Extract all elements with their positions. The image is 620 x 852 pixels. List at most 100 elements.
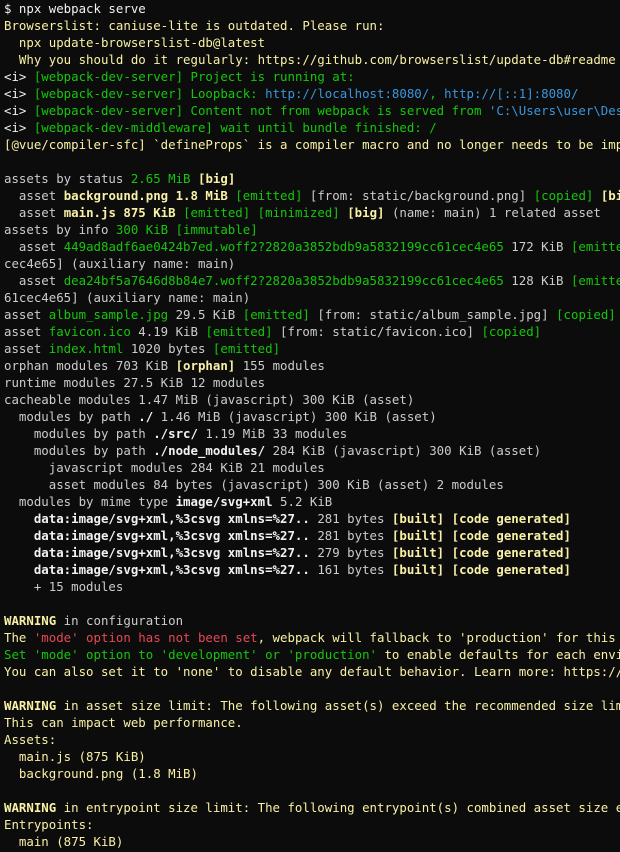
terminal-text: image/svg+xml bbox=[175, 494, 273, 509]
terminal-text: [from: static/album_sample.jpg] bbox=[309, 307, 557, 322]
terminal-line: modules by path ./src/ 1.19 MiB 33 modul… bbox=[4, 425, 620, 442]
terminal-text: [built] bbox=[391, 511, 445, 526]
terminal-text: index.html bbox=[48, 341, 124, 356]
terminal-text: assets by info bbox=[4, 222, 116, 237]
terminal-text: WARNING bbox=[4, 613, 57, 628]
terminal-text: , webpack will fallback to 'production' … bbox=[257, 630, 616, 645]
terminal-text: Why you should do it regularly: https://… bbox=[4, 52, 616, 67]
terminal-text: [@vue/compiler-sfc] `defineProps` is a c… bbox=[4, 137, 620, 152]
terminal-text: assets by status bbox=[4, 171, 131, 186]
terminal-line: $ npx webpack serve bbox=[4, 0, 620, 17]
terminal-text: [big] bbox=[600, 188, 620, 203]
terminal-text: , bbox=[429, 86, 445, 101]
terminal-text: [big] bbox=[197, 171, 236, 186]
terminal-output[interactable]: $ npx webpack serve Browserslist: caniuse… bbox=[0, 0, 620, 850]
terminal-text: dea24bf5a7646d8b84e7.woff2?2820a3852bdb9… bbox=[63, 273, 504, 288]
terminal-line: + 15 modules bbox=[4, 578, 620, 595]
terminal-line: background.png (1.8 MiB) bbox=[4, 765, 620, 782]
terminal-text: $ npx webpack serve bbox=[4, 1, 146, 16]
terminal-line: assets by status 2.65 MiB [big] bbox=[4, 170, 620, 187]
terminal-text: 281 bytes bbox=[309, 528, 392, 543]
terminal-text: background.png bbox=[63, 188, 169, 203]
terminal-text: 172 KiB bbox=[503, 239, 571, 254]
terminal-text: 1.19 MiB 33 modules bbox=[197, 426, 348, 441]
terminal-text: Content not from webpack is served from bbox=[183, 103, 489, 118]
terminal-text: in asset size limit: The following asset… bbox=[56, 698, 620, 713]
terminal-text: 128 KiB bbox=[503, 273, 571, 288]
terminal-line: javascript modules 284 KiB 21 modules bbox=[4, 459, 620, 476]
terminal-line: Assets: bbox=[4, 731, 620, 748]
terminal-line: assets by info 300 KiB [immutable] bbox=[4, 221, 620, 238]
terminal-line: 61cec4e65] (auxiliary name: main) bbox=[4, 289, 620, 306]
terminal-text: [webpack-dev-server] bbox=[33, 103, 184, 118]
terminal-text: asset bbox=[4, 205, 64, 220]
terminal-text: background.png (1.8 MiB) bbox=[4, 766, 198, 781]
terminal-text: modules by path bbox=[4, 426, 154, 441]
terminal-text: 1.46 MiB (javascript) 300 KiB (asset) bbox=[153, 409, 437, 424]
terminal-text: [minimized] bbox=[257, 205, 340, 220]
terminal-text: You can also set it to 'none' to disable… bbox=[4, 664, 620, 679]
terminal-text: asset bbox=[4, 273, 64, 288]
terminal-text: 61cec4e65] (auxiliary name: main) bbox=[4, 290, 251, 305]
terminal-line: Browserslist: caniuse-lite is outdated. … bbox=[4, 17, 620, 34]
terminal-text: http://localhost:8080/ bbox=[265, 86, 430, 101]
terminal-text: npx update-browserslist-db@latest bbox=[4, 35, 266, 50]
terminal-text: <i> bbox=[4, 120, 34, 135]
terminal-text: [built] bbox=[391, 528, 445, 543]
terminal-line: WARNING in configuration bbox=[4, 612, 620, 629]
terminal-text: [emitted] bbox=[212, 341, 281, 356]
terminal-line: The 'mode' option has not been set, webp… bbox=[4, 629, 620, 646]
terminal-text: ./node_modules/ bbox=[153, 443, 266, 458]
terminal-text: asset bbox=[4, 307, 49, 322]
terminal-line: modules by path ./node_modules/ 284 KiB … bbox=[4, 442, 620, 459]
terminal-text: The bbox=[4, 630, 34, 645]
terminal-text: javascript modules 284 KiB 21 modules bbox=[4, 460, 325, 475]
terminal-line: npx update-browserslist-db@latest bbox=[4, 34, 620, 51]
terminal-line: asset 449ad8adf6ae0424b7ed.woff2?2820a38… bbox=[4, 238, 620, 255]
terminal-text: Entrypoints: bbox=[4, 817, 94, 832]
terminal-line: asset background.png 1.8 MiB [emitted] [… bbox=[4, 187, 620, 204]
terminal-text: modules by path bbox=[4, 409, 139, 424]
terminal-text: asset modules 84 bytes (javascript) 300 … bbox=[4, 477, 504, 492]
terminal-text: [webpack-dev-server] bbox=[33, 86, 184, 101]
terminal-text: [emitted] bbox=[570, 273, 620, 288]
terminal-text: in entrypoint size limit: The following … bbox=[56, 800, 620, 815]
terminal-text: [built] bbox=[391, 562, 445, 577]
terminal-text: 279 bytes bbox=[309, 545, 392, 560]
terminal-line: modules by mime type image/svg+xml 5.2 K… bbox=[4, 493, 620, 510]
terminal-text: [code generated] bbox=[451, 511, 571, 526]
terminal-text: 300 KiB bbox=[115, 222, 169, 237]
terminal-text: 284 KiB (javascript) 300 KiB (asset) bbox=[265, 443, 542, 458]
terminal-text: [code generated] bbox=[451, 545, 571, 560]
terminal-text: <i> bbox=[4, 103, 34, 118]
terminal-text: WARNING bbox=[4, 800, 57, 815]
terminal-line: asset index.html 1020 bytes [emitted] bbox=[4, 340, 620, 357]
terminal-text: asset bbox=[4, 239, 64, 254]
terminal-line: data:image/svg+xml,%3csvg xmlns=%27.. 27… bbox=[4, 544, 620, 561]
terminal-line: You can also set it to 'none' to disable… bbox=[4, 663, 620, 680]
terminal-line: This can impact web performance. bbox=[4, 714, 620, 731]
terminal-text: Set 'mode' option to 'development' or 'p… bbox=[4, 647, 377, 662]
terminal-text: data:image/svg+xml,%3csvg xmlns=%27.. bbox=[4, 545, 310, 560]
terminal-text: asset bbox=[4, 188, 64, 203]
terminal-line: asset album_sample.jpg 29.5 KiB [emitted… bbox=[4, 306, 620, 323]
terminal-line: asset dea24bf5a7646d8b84e7.woff2?2820a38… bbox=[4, 272, 620, 289]
terminal-text: cec4e65] (auxiliary name: main) bbox=[4, 256, 236, 271]
terminal-text: http://[::1]:8080/ bbox=[444, 86, 579, 101]
terminal-text: main (875 KiB) bbox=[4, 834, 124, 849]
terminal-text: [emitted] bbox=[570, 239, 620, 254]
terminal-text: in configuration bbox=[56, 613, 184, 628]
terminal-line: <i> [webpack-dev-server] Project is runn… bbox=[4, 68, 620, 85]
terminal-line: cacheable modules 1.47 MiB (javascript) … bbox=[4, 391, 620, 408]
terminal-text: WARNING bbox=[4, 698, 57, 713]
terminal-text: 4.19 KiB bbox=[130, 324, 206, 339]
terminal-text: [copied] bbox=[533, 188, 594, 203]
terminal-text: Loopback: bbox=[183, 86, 266, 101]
